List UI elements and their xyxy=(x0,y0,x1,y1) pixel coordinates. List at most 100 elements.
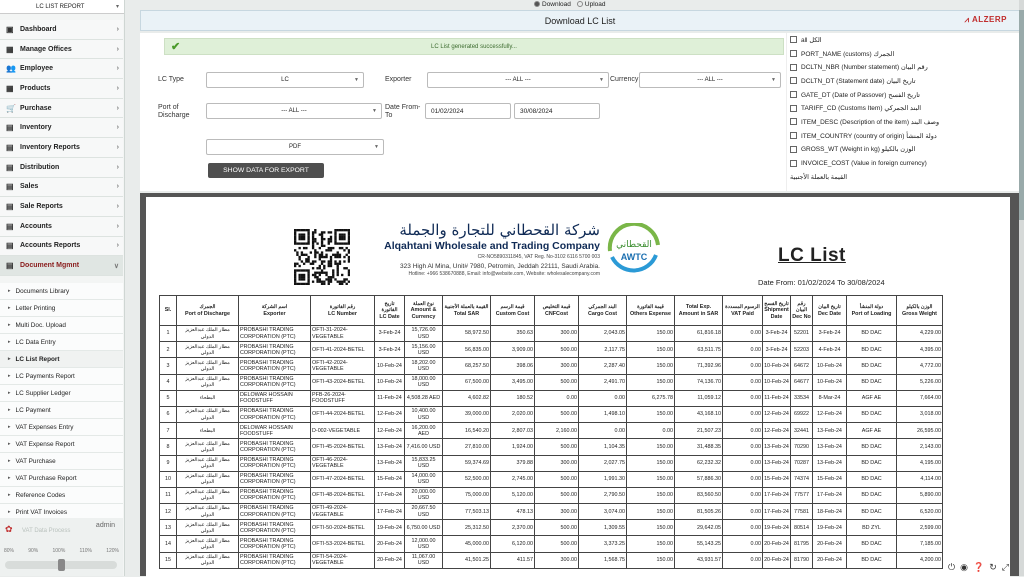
checkbox[interactable] xyxy=(790,145,797,153)
checkbox[interactable] xyxy=(790,77,797,85)
sidebar-item-products[interactable]: ▦ Products › xyxy=(0,79,123,99)
checkbox[interactable] xyxy=(790,50,797,58)
table-cell: 10,400.00 USD xyxy=(404,405,443,424)
zoom-level-label[interactable]: 100% xyxy=(53,548,66,554)
column-checkbox[interactable]: DCLTN_NBR (Number statement) رقم البيان xyxy=(787,60,1020,74)
submenu-item[interactable]: ▸ LC Supplier Ledger xyxy=(0,385,123,402)
submenu-item[interactable]: ▸ LC List Report xyxy=(0,351,123,368)
zoom-slider[interactable] xyxy=(5,559,117,571)
help-icon[interactable]: ❓ xyxy=(973,562,984,573)
sidebar-item-vat-data-process[interactable]: VAT Data Process xyxy=(22,528,70,534)
sidebar-item-sale-reports[interactable]: ▤ Sale Reports › xyxy=(0,197,123,217)
sidebar-item-accounts[interactable]: ▤ Accounts › xyxy=(0,216,123,237)
table-cell: 1,924.00 xyxy=(490,438,535,456)
column-checkbox[interactable]: ITEM_COUNTRY (country of origin) دولة ال… xyxy=(787,129,1020,143)
exporter-select[interactable]: --- ALL --- ▼ xyxy=(427,72,609,88)
expand-icon[interactable]: ⤢ xyxy=(1002,562,1009,573)
column-checkbox[interactable]: TARIFF_CD (Customs Item) البند الجمركي xyxy=(787,101,1020,115)
submenu-item[interactable]: ▸ VAT Expenses Entry xyxy=(0,419,123,436)
checkbox[interactable] xyxy=(790,63,797,71)
sidebar-item-purchase[interactable]: 🛒 Purchase › xyxy=(0,98,123,119)
table-cell: 17-Feb-24 xyxy=(374,486,405,505)
submenu-item[interactable]: ▸ Documents Library xyxy=(0,283,123,300)
column-checkbox[interactable]: GROSS_WT (Weight in kg) الوزن بالكيلو xyxy=(787,143,1020,157)
share-icon[interactable]: ◉ xyxy=(960,562,968,573)
table-cell: 18,202.00 USD xyxy=(404,357,443,375)
submenu-item[interactable]: ▸ Multi Doc. Upload xyxy=(0,317,123,334)
table-cell: D-002-VEGETABLE xyxy=(310,422,375,440)
sidebar-item-manage-offices[interactable]: ▦ Manage Offices › xyxy=(0,39,123,60)
table-cell: BD DAC xyxy=(846,438,897,456)
submenu-item-label: Print VAT Invoices xyxy=(15,508,68,516)
column-checkbox[interactable]: all الكل xyxy=(787,33,1020,47)
refresh-icon[interactable]: ↻ xyxy=(989,562,997,573)
zoom-level-label[interactable]: 120% xyxy=(106,548,119,554)
submenu-item[interactable]: ▸ Letter Printing xyxy=(0,300,123,317)
pdf-viewer[interactable]: شركة القحطاني للتجارة والجملة Alqahtani … xyxy=(140,193,1020,577)
lc-type-select[interactable]: LC ▼ xyxy=(206,72,364,88)
zoom-level-label[interactable]: 110% xyxy=(80,548,92,554)
table-cell: البطحاء xyxy=(176,422,239,440)
upload-radio[interactable]: Upload xyxy=(576,1,606,8)
zoom-level-label[interactable]: 80% xyxy=(4,548,14,554)
currency-select[interactable]: --- ALL --- ▼ xyxy=(639,72,781,88)
show-data-button[interactable]: SHOW DATA FOR EXPORT xyxy=(208,163,324,178)
report-selector[interactable]: LC LIST REPORT ▾ xyxy=(0,0,124,14)
table-cell: OFTI-54-2024-VEGETABLE xyxy=(310,551,375,569)
table-cell: 59,374.69 xyxy=(442,454,491,472)
checkbox[interactable] xyxy=(790,132,797,140)
column-checkbox[interactable]: PORT_NAME (customs) الجمرك xyxy=(787,47,1020,61)
download-radio[interactable]: Download xyxy=(534,1,571,8)
sidebar-item-inventory-reports[interactable]: ▤ Inventory Reports › xyxy=(0,138,123,158)
date-from-input[interactable]: 01/02/2024 xyxy=(425,103,511,119)
column-checkbox[interactable]: DCLTN_DT (Statement date) تاريخ البيان xyxy=(787,74,1020,88)
table-cell: 4-Feb-24 xyxy=(812,341,847,359)
table-cell: 20-Feb-24 xyxy=(812,551,847,569)
date-to-input[interactable]: 30/08/2024 xyxy=(514,103,600,119)
format-select[interactable]: PDF ▼ xyxy=(206,139,384,155)
submenu-item[interactable]: ▸ LC Payment xyxy=(0,402,123,419)
user-name[interactable]: admin xyxy=(96,522,115,529)
submenu-item[interactable]: ▸ VAT Purchase Report xyxy=(0,470,123,487)
power-icon[interactable]: ⏻ xyxy=(948,562,955,573)
zoom-level-label[interactable]: 90% xyxy=(28,548,38,554)
column-header-english: CNFCost xyxy=(544,310,569,317)
table-cell: 20,667.50 USD xyxy=(404,503,443,521)
table-cell: 150.00 xyxy=(626,373,675,391)
column-label: القيمة بالعملة الأجنبية xyxy=(790,173,848,181)
sidebar-item-dashboard[interactable]: ▣ Dashboard › xyxy=(0,20,123,40)
checkbox[interactable] xyxy=(790,104,797,112)
column-checkbox[interactable]: GATE_DT (Date of Passover) تاريخ الفسح xyxy=(787,88,1020,102)
checkbox[interactable] xyxy=(790,91,797,99)
column-checkbox[interactable]: INVOICE_COST (Value in foreign currency) xyxy=(787,156,1020,170)
table-cell: 1,104.35 xyxy=(578,438,627,456)
submenu-item[interactable]: ▸ LC Data Entry xyxy=(0,334,123,351)
sidebar-item-employee[interactable]: 👥 Employee › xyxy=(0,59,123,80)
window-scrollbar[interactable] xyxy=(1019,0,1024,576)
checkbox[interactable] xyxy=(790,159,797,167)
column-header-english: Shipment Date xyxy=(764,307,789,320)
scrollbar-thumb[interactable] xyxy=(1019,10,1024,220)
sidebar-item-inventory[interactable]: ▤ Inventory › xyxy=(0,118,123,139)
sidebar-item-accounts-reports[interactable]: ▤ Accounts Reports › xyxy=(0,236,123,257)
submenu-item[interactable]: ▸ LC Payments Report xyxy=(0,368,123,385)
port-select[interactable]: --- ALL --- ▼ xyxy=(206,103,382,119)
sidebar-item-document-mgmnt[interactable]: ▤ Document Mgmnt ∨ xyxy=(0,256,123,276)
table-cell: 13-Feb-24 xyxy=(762,438,791,456)
column-checkbox[interactable]: ITEM_DESC (Description of the item) وصف … xyxy=(787,115,1020,129)
checkbox[interactable] xyxy=(790,36,797,44)
table-cell: 15 xyxy=(159,551,177,569)
submenu-item[interactable]: ▸ VAT Purchase xyxy=(0,453,123,470)
checkbox[interactable] xyxy=(790,118,797,126)
column-header-english: Sl. xyxy=(164,307,172,314)
sidebar-item-distribution[interactable]: ▤ Distribution › xyxy=(0,157,123,178)
table-cell: مطار الملك عبدالعزيز الدولي xyxy=(176,324,239,343)
zoom-slider-handle[interactable] xyxy=(57,559,65,571)
table-cell: 300.00 xyxy=(534,503,579,521)
table-cell: 500.00 xyxy=(534,470,579,488)
sidebar-item-sales[interactable]: ▤ Sales › xyxy=(0,177,123,198)
submenu-item[interactable]: ▸ Reference Codes xyxy=(0,487,123,504)
submenu-item[interactable]: ▸ VAT Expense Report xyxy=(0,436,123,453)
table-cell: مطار الملك عبدالعزيز الدولي xyxy=(176,535,239,553)
table-cell: OFTI-53-2024-BETEL xyxy=(310,535,375,553)
